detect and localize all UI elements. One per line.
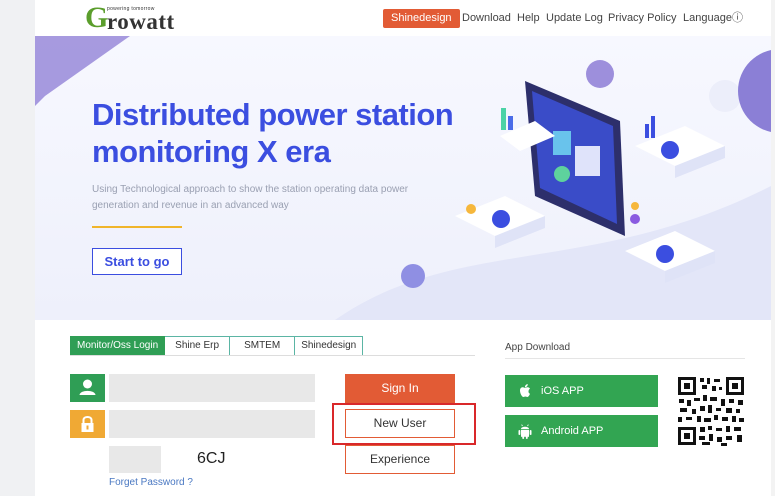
- captcha-code[interactable]: 6CJ: [197, 450, 225, 468]
- qr-code: [676, 375, 746, 447]
- nav-help[interactable]: Help: [517, 12, 540, 25]
- right-margin: [771, 0, 775, 496]
- ios-app-button[interactable]: iOS APP: [505, 375, 658, 407]
- tab-monitor-oss-login[interactable]: Monitor/Oss Login: [70, 336, 166, 356]
- sign-in-button[interactable]: Sign In: [345, 374, 455, 403]
- forget-password-link[interactable]: Forget Password ?: [109, 477, 193, 489]
- app-download-title: App Download: [505, 342, 571, 353]
- hero-divider: [92, 226, 182, 228]
- nav-download[interactable]: Download: [462, 12, 511, 25]
- growatt-logo[interactable]: powering tomorrow G rowatt: [85, 1, 195, 34]
- apple-icon: [515, 381, 535, 401]
- tab-shinedesign[interactable]: Shinedesign: [295, 336, 364, 356]
- logo-initial: G: [85, 1, 109, 34]
- new-user-highlight: [332, 403, 476, 445]
- nav-update-log[interactable]: Update Log: [546, 12, 603, 25]
- nav-shinedesign-badge[interactable]: Shinedesign: [383, 9, 460, 28]
- hero-title: Distributed power station monitoring X e…: [92, 97, 454, 169]
- android-app-label: Android APP: [541, 425, 604, 437]
- tabs-divider: [70, 355, 475, 356]
- hero-subtitle: Using Technological approach to show the…: [92, 184, 409, 211]
- start-to-go-button[interactable]: Start to go: [92, 248, 182, 275]
- android-app-button[interactable]: Android APP: [505, 415, 658, 447]
- username-input[interactable]: [109, 374, 315, 402]
- lock-icon: [70, 410, 105, 438]
- app-download-divider: [505, 358, 745, 359]
- ios-app-label: iOS APP: [541, 385, 584, 397]
- page: powering tomorrow G rowatt Shinedesign D…: [0, 0, 775, 496]
- tab-smtem[interactable]: SMTEM: [230, 336, 296, 356]
- logo-wordmark: rowatt: [107, 9, 175, 34]
- left-margin: [0, 0, 35, 496]
- top-header: powering tomorrow G rowatt Shinedesign D…: [35, 0, 771, 36]
- captcha-input[interactable]: [109, 446, 161, 473]
- tab-shine-erp[interactable]: Shine Erp: [165, 336, 231, 356]
- nav-language[interactable]: Languageⓘ: [683, 12, 743, 25]
- nav-privacy-policy[interactable]: Privacy Policy: [608, 12, 676, 25]
- login-tabs: Monitor/Oss Login Shine Erp SMTEM Shined…: [70, 336, 364, 356]
- password-input[interactable]: [109, 410, 315, 438]
- hero-background-art: [35, 36, 771, 320]
- hero-banner: Distributed power station monitoring X e…: [35, 36, 771, 320]
- user-icon: [70, 374, 105, 402]
- experience-button[interactable]: Experience: [345, 445, 455, 474]
- android-icon: [515, 421, 535, 441]
